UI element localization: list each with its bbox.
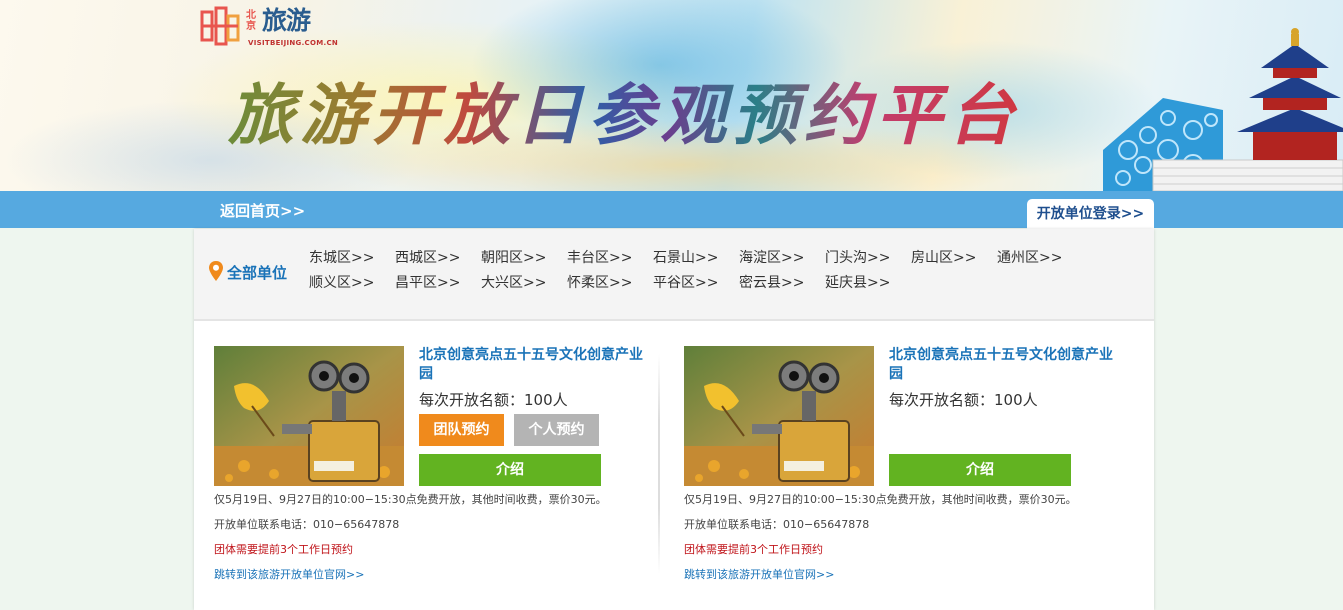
venue-photo[interactable]: [214, 346, 404, 486]
intro-button[interactable]: 介绍: [889, 454, 1071, 486]
temple-of-heaven-illustration: [1103, 28, 1343, 191]
quota-label: 每次开放名额：: [889, 391, 995, 409]
banner-title: 旅游开放日参观预约平台: [228, 70, 1028, 160]
district-link-chaoyang[interactable]: 朝阳区>>: [481, 247, 546, 267]
card-divider: [658, 354, 660, 574]
opening-hours-note: 仅5月19日、9月27日的10:00−15:30点免费开放，其他时间收费，票价3…: [214, 493, 607, 506]
official-site-link[interactable]: 跳转到该旅游开放单位官网>>: [214, 566, 364, 582]
venue-quota: 每次开放名额：100人: [419, 389, 568, 410]
intro-button[interactable]: 介绍: [419, 454, 601, 486]
contact-phone: 开放单位联系电话：010−65647878: [214, 518, 400, 531]
contact-phone: 开放单位联系电话：010−65647878: [684, 518, 870, 531]
header-banner: 北京 旅游 VISITBEIJING.COM.CN 旅游开放日参观预约平台: [0, 0, 1343, 191]
official-site-link[interactable]: 跳转到该旅游开放单位官网>>: [684, 566, 834, 582]
quota-value: 100人: [994, 391, 1038, 409]
logo-mark-icon: [200, 6, 240, 46]
district-link-shunyi[interactable]: 顺义区>>: [309, 272, 374, 292]
venue-title[interactable]: 北京创意亮点五十五号文化创意产业园: [419, 346, 644, 384]
opening-hours-note: 仅5月19日、9月27日的10:00−15:30点免费开放，其他时间收费，票价3…: [684, 493, 1077, 506]
district-link-huairou[interactable]: 怀柔区>>: [567, 272, 632, 292]
logo-url: VISITBEIJING.COM.CN: [248, 39, 339, 47]
venue-quota: 每次开放名额：100人: [889, 389, 1038, 410]
quota-value: 100人: [524, 391, 568, 409]
district-link-tongzhou[interactable]: 通州区>>: [997, 247, 1062, 267]
district-link-xicheng[interactable]: 西城区>>: [395, 247, 460, 267]
district-link-dongcheng[interactable]: 东城区>>: [309, 247, 374, 267]
venue-title[interactable]: 北京创意亮点五十五号文化创意产业园: [889, 346, 1114, 384]
main-panel: 全部单位 东城区>> 西城区>> 朝阳区>> 丰台区>> 石景山>> 海淀区>>…: [194, 229, 1154, 610]
logo-text-big: 旅游: [262, 6, 311, 35]
group-notice: 团体需要提前3个工作日预约: [214, 543, 353, 556]
district-link-changping[interactable]: 昌平区>>: [395, 272, 460, 292]
district-link-haidian[interactable]: 海淀区>>: [739, 247, 804, 267]
district-link-mentougou[interactable]: 门头沟>>: [825, 247, 890, 267]
quota-label: 每次开放名额：: [419, 391, 525, 409]
unit-login-tab[interactable]: 开放单位登录>>: [1027, 199, 1154, 229]
venue-photo[interactable]: [684, 346, 874, 486]
district-link-miyun[interactable]: 密云县>>: [739, 272, 804, 292]
district-link-pinggu[interactable]: 平谷区>>: [653, 272, 718, 292]
venue-card: 北京创意亮点五十五号文化创意产业园 每次开放名额：100人 团队预约 个人预约 …: [214, 346, 674, 586]
group-notice: 团体需要提前3个工作日预约: [684, 543, 823, 556]
location-pin-icon: [209, 261, 223, 281]
district-filter-bar: 全部单位 东城区>> 西城区>> 朝阳区>> 丰台区>> 石景山>> 海淀区>>…: [194, 229, 1154, 321]
logo-text-small: 北京: [246, 10, 256, 32]
all-units-label: 全部单位: [227, 264, 288, 282]
personal-booking-button[interactable]: 个人预约: [514, 414, 599, 446]
district-link-daxing[interactable]: 大兴区>>: [481, 272, 546, 292]
site-logo[interactable]: 北京 旅游 VISITBEIJING.COM.CN: [200, 6, 350, 48]
home-link[interactable]: 返回首页>>: [220, 200, 305, 221]
venue-card: 北京创意亮点五十五号文化创意产业园 每次开放名额：100人 介绍 仅5月19日、…: [684, 346, 1144, 586]
district-link-yanqing[interactable]: 延庆县>>: [825, 272, 890, 292]
district-link-shijingshan[interactable]: 石景山>>: [653, 247, 718, 267]
district-link-fangshan[interactable]: 房山区>>: [911, 247, 976, 267]
team-booking-button[interactable]: 团队预约: [419, 414, 504, 446]
district-link-fengtai[interactable]: 丰台区>>: [567, 247, 632, 267]
